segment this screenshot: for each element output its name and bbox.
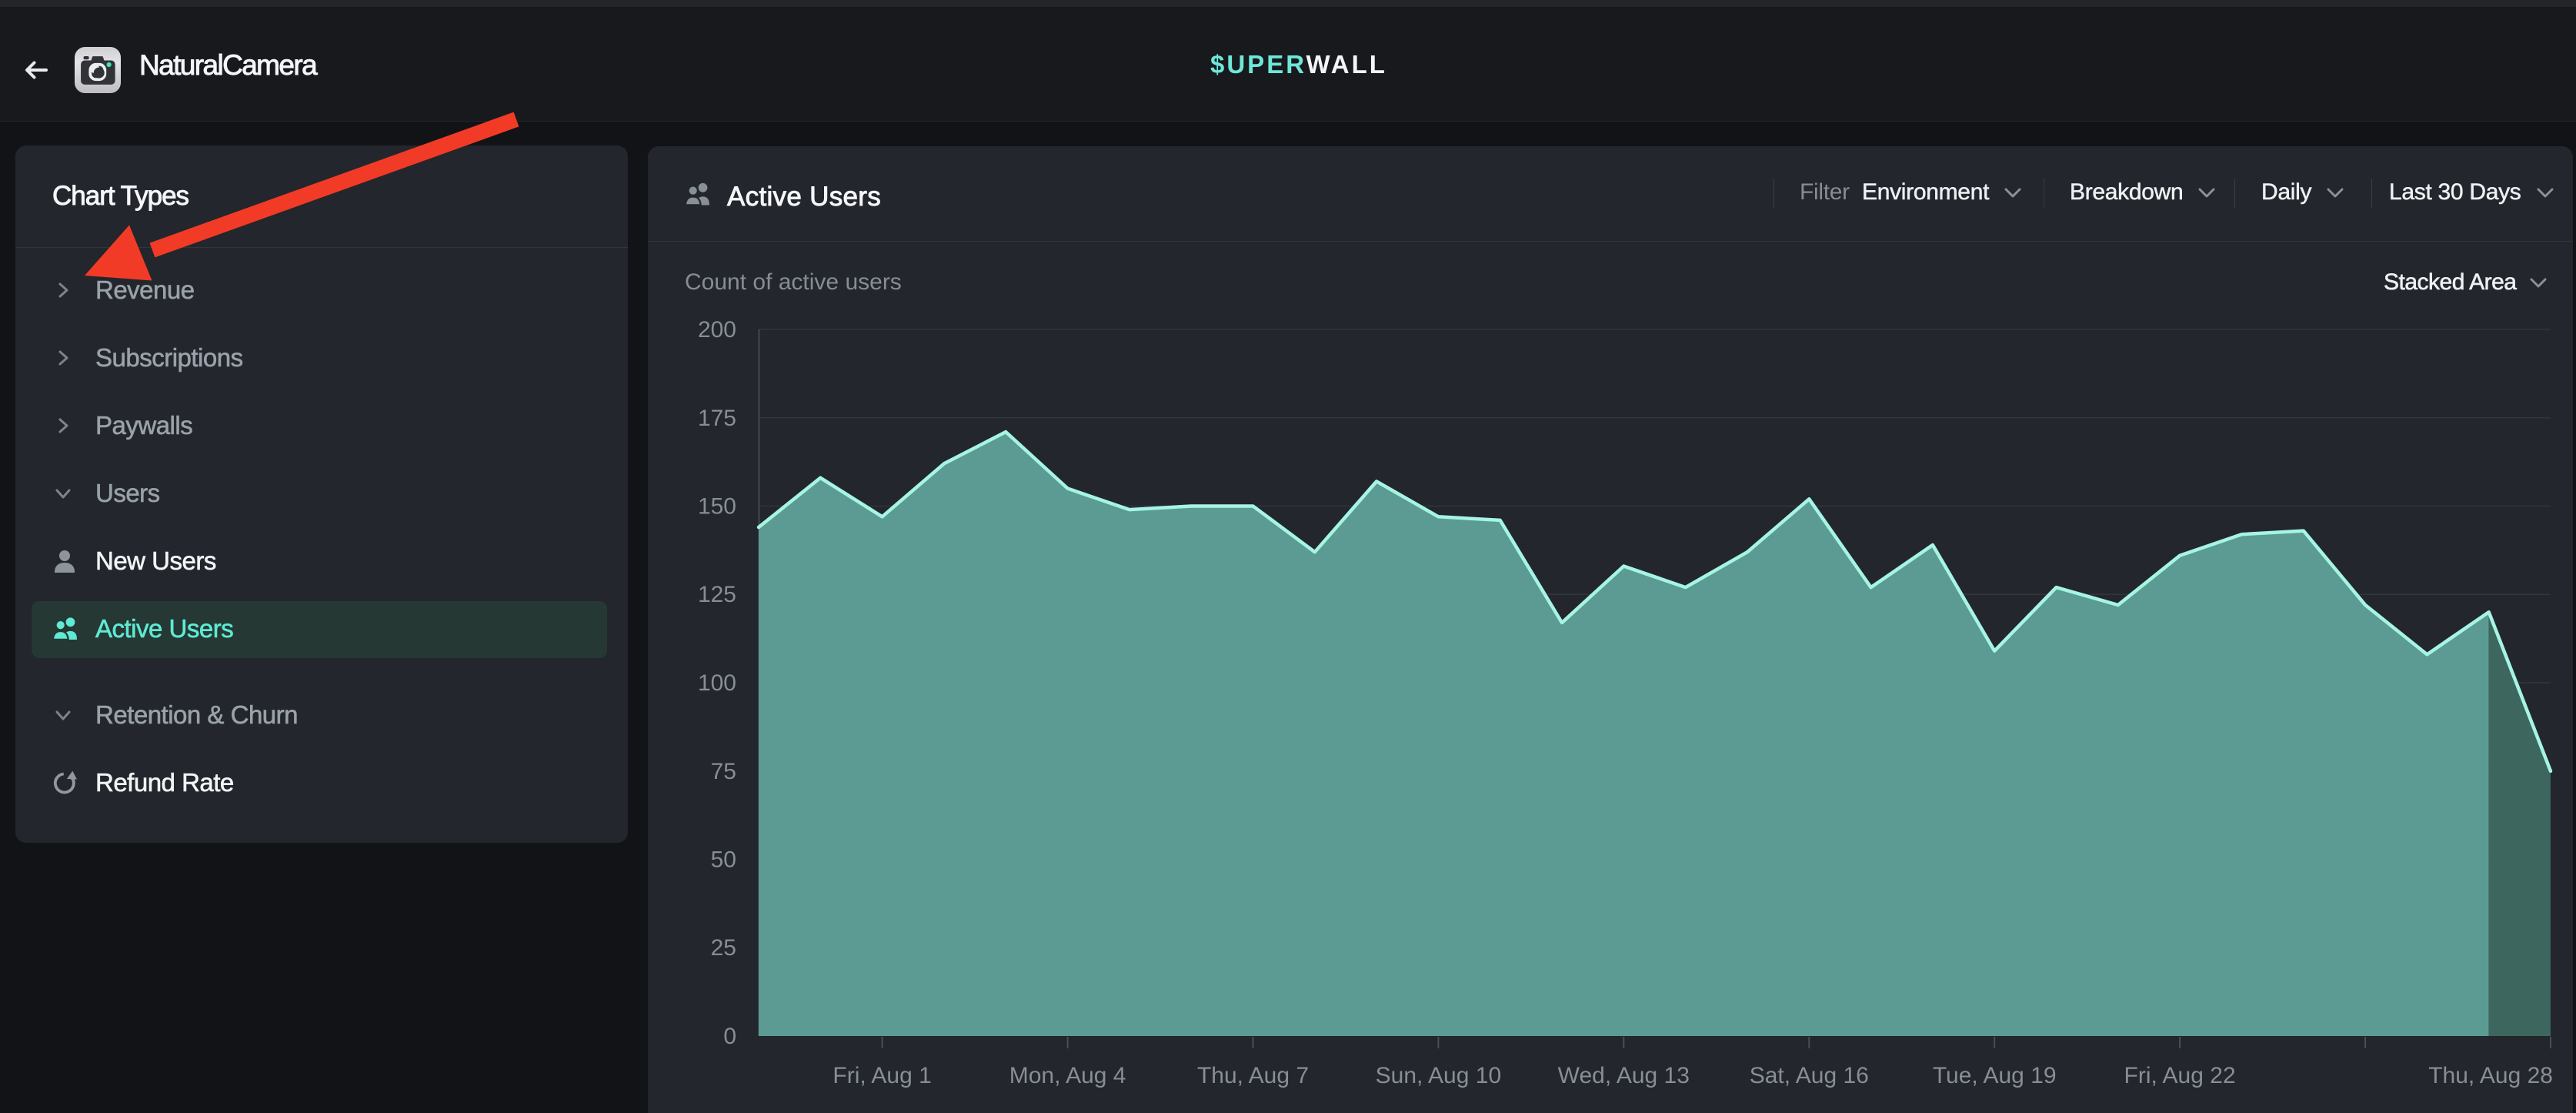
svg-text:Thu, Aug 28: Thu, Aug 28 — [2428, 1063, 2553, 1088]
svg-text:Fri, Aug 1: Fri, Aug 1 — [833, 1063, 931, 1088]
svg-text:100: 100 — [698, 670, 736, 696]
svg-text:Sun, Aug 10: Sun, Aug 10 — [1376, 1063, 1501, 1088]
svg-text:Mon, Aug 4: Mon, Aug 4 — [1009, 1063, 1126, 1088]
svg-text:200: 200 — [698, 317, 736, 343]
svg-text:0: 0 — [723, 1024, 736, 1049]
svg-text:25: 25 — [711, 935, 736, 961]
svg-text:50: 50 — [711, 847, 736, 873]
svg-text:Fri, Aug 22: Fri, Aug 22 — [2124, 1063, 2236, 1088]
svg-text:175: 175 — [698, 406, 736, 431]
svg-text:Tue, Aug 19: Tue, Aug 19 — [1933, 1063, 2057, 1088]
svg-text:Thu, Aug 7: Thu, Aug 7 — [1197, 1063, 1309, 1088]
svg-text:Wed, Aug 13: Wed, Aug 13 — [1558, 1063, 1690, 1088]
svg-text:Sat, Aug 16: Sat, Aug 16 — [1750, 1063, 1869, 1088]
svg-text:150: 150 — [698, 494, 736, 520]
svg-text:75: 75 — [711, 759, 736, 784]
svg-text:125: 125 — [698, 582, 736, 607]
